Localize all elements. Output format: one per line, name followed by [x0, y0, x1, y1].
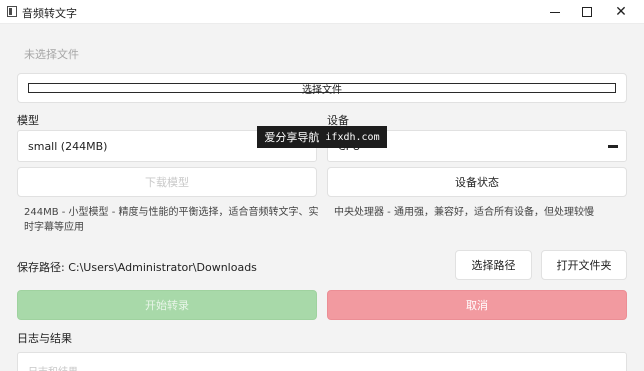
choose-path-button[interactable]: 选择路径: [455, 250, 532, 280]
model-description: 244MB - 小型模型 - 精度与性能的平衡选择，适合音频转文字、实时字幕等应…: [24, 207, 319, 233]
log-label: 日志与结果: [17, 332, 72, 345]
select-file-button[interactable]: 选择文件: [17, 73, 627, 103]
log-placeholder: 日志和结果: [28, 363, 78, 371]
close-icon: ✕: [615, 4, 627, 20]
minimize-button[interactable]: [538, 0, 572, 24]
watermark-overlay: 爱分享导航 ifxdh.com: [257, 126, 387, 148]
minimize-icon: [550, 11, 560, 13]
title-bar: 音频转文字 ✕: [0, 0, 644, 24]
dropdown-icon: [608, 145, 618, 148]
start-transcription-button[interactable]: 开始转录: [17, 290, 317, 320]
open-folder-button[interactable]: 打开文件夹: [541, 250, 627, 280]
save-path-text: 保存路径: C:\Users\Administrator\Downloads: [17, 261, 257, 274]
file-status-text: 未选择文件: [24, 48, 79, 61]
window-title: 音频转文字: [22, 7, 77, 20]
download-model-button[interactable]: 下载模型: [17, 167, 317, 197]
device-description: 中央处理器 - 通用强，兼容好，适合所有设备，但处理较慢: [334, 207, 594, 218]
model-label: 模型: [17, 114, 39, 127]
device-status-button[interactable]: 设备状态: [327, 167, 627, 197]
maximize-icon: [582, 7, 592, 17]
select-file-label: 选择文件: [28, 83, 616, 96]
log-output[interactable]: 日志和结果: [17, 352, 627, 371]
cancel-button[interactable]: 取消: [327, 290, 627, 320]
maximize-button[interactable]: [570, 0, 604, 24]
watermark-domain: ifxdh.com: [325, 131, 380, 143]
model-select-value: small (244MB): [28, 139, 108, 153]
watermark-text: 爱分享导航: [264, 131, 320, 144]
close-button[interactable]: ✕: [604, 0, 638, 24]
app-icon: [7, 6, 17, 17]
